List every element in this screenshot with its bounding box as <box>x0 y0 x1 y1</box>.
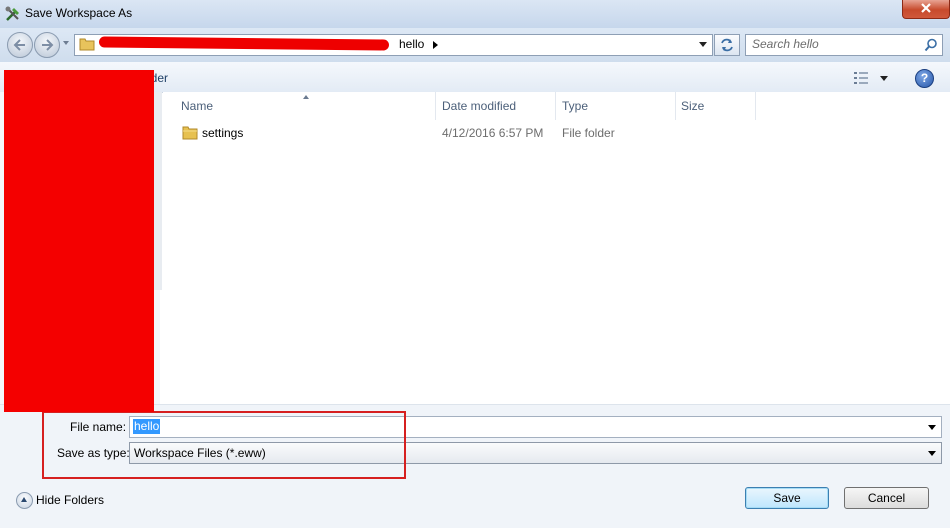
close-icon <box>921 3 931 13</box>
chevron-down-icon[interactable] <box>928 451 936 456</box>
file-name: settings <box>202 126 244 140</box>
help-icon[interactable]: ? <box>915 69 934 88</box>
workspace-tools-icon <box>5 6 19 21</box>
refresh-icon <box>721 38 733 52</box>
save-button[interactable]: Save <box>745 487 829 509</box>
search-box[interactable] <box>745 34 943 56</box>
breadcrumb-arrow-icon[interactable] <box>433 41 438 49</box>
column-header-name[interactable]: Name <box>163 92 436 120</box>
address-bar[interactable]: hello <box>74 34 713 56</box>
change-view-button[interactable] <box>850 70 888 86</box>
save-options-panel: File name: hello Save as type: Workspace… <box>0 404 950 528</box>
folder-icon <box>79 38 95 51</box>
column-header-size[interactable]: Size <box>675 92 756 120</box>
list-item[interactable]: settings 4/12/2016 6:57 PM File folder <box>163 122 950 144</box>
redaction-block <box>4 70 154 412</box>
hide-folders-label: Hide Folders <box>36 493 105 507</box>
annotation-highlight-box <box>42 411 406 479</box>
chevron-down-icon[interactable] <box>928 425 936 430</box>
title-bar: Save Workspace As <box>0 0 950 28</box>
details-view-icon <box>854 72 868 84</box>
refresh-button[interactable] <box>714 34 740 56</box>
navigation-pane-scrollbar[interactable] <box>153 92 162 290</box>
arrow-left-icon <box>13 39 25 51</box>
column-header-date-modified[interactable]: Date modified <box>435 92 556 120</box>
forward-button[interactable] <box>34 32 60 58</box>
file-type: File folder <box>562 126 615 140</box>
search-input[interactable] <box>752 37 912 51</box>
navigation-bar: hello <box>0 28 950 62</box>
column-header-type[interactable]: Type <box>556 92 676 120</box>
close-button[interactable] <box>902 0 950 19</box>
window-title: Save Workspace As <box>25 6 133 20</box>
file-list: Name Date modified Type Size settings 4/… <box>163 92 950 404</box>
search-icon[interactable] <box>924 38 938 52</box>
breadcrumb-hello[interactable]: hello <box>399 37 424 51</box>
back-button[interactable] <box>7 32 33 58</box>
arrow-right-icon <box>42 39 54 51</box>
cancel-button[interactable]: Cancel <box>844 487 929 509</box>
folder-icon <box>182 126 198 140</box>
sort-ascending-icon <box>303 95 309 99</box>
chevron-up-icon <box>16 492 33 509</box>
recent-locations-dropdown[interactable] <box>62 38 70 48</box>
chevron-down-icon <box>880 76 888 81</box>
file-date-modified: 4/12/2016 6:57 PM <box>442 126 544 140</box>
address-dropdown-icon[interactable] <box>699 42 707 47</box>
redaction-mark <box>98 36 390 51</box>
